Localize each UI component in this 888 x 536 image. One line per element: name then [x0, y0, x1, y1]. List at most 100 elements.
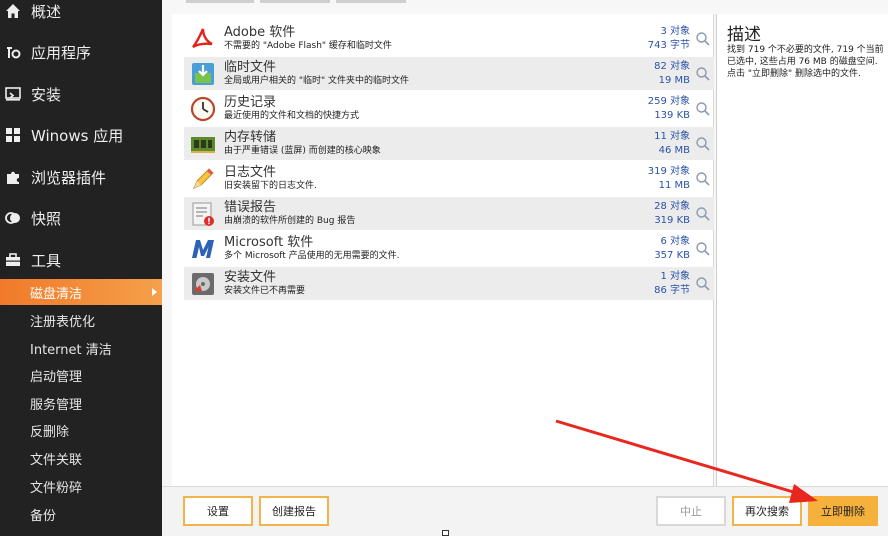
search-icon[interactable] [694, 135, 712, 153]
item-count: 11 对象 [654, 131, 690, 142]
item-title: 历史记录 [224, 95, 277, 110]
create-report-button[interactable]: 创建报告 [259, 496, 329, 526]
sidebar-item-label: 文件关联 [30, 452, 83, 468]
sidebar-item-label: 工具 [31, 251, 62, 270]
item-size: 743 字节 [647, 40, 690, 51]
toolbox-icon [4, 251, 22, 269]
snapshot-icon [4, 209, 22, 227]
sidebar-item-tools[interactable]: 工具 [0, 243, 162, 277]
item-description: 多个 Microsoft 产品使用的无用需要的文件. [224, 251, 400, 261]
search-icon[interactable] [694, 100, 712, 118]
mouse-cursor [442, 530, 449, 536]
list-item-log-files[interactable]: 日志文件 旧安装留下的日志文件. 319 对象 11 MB [184, 162, 714, 195]
home-icon [4, 2, 22, 20]
item-description: 不需要的 "Adobe Flash" 缓存和临时文件 [224, 41, 392, 51]
item-description: 由崩溃的软件所创建的 Bug 报告 [224, 216, 356, 226]
sidebar-item-disk-cleaner[interactable]: 磁盘清洁 [0, 279, 162, 305]
sidebar-item-service-manager[interactable]: 服务管理 [0, 390, 162, 416]
pencil-log-icon [188, 164, 218, 194]
list-item-memory-dump[interactable]: 内存转储 由于严重错误 (蓝屏) 而创建的核心映象 11 对象 46 MB [184, 127, 714, 160]
sidebar-item-label: 反删除 [30, 424, 70, 440]
sidebar-item-label: Winows 应用 [31, 126, 124, 145]
install-files-icon [188, 269, 218, 299]
item-title: 安装文件 [224, 270, 277, 285]
sidebar-item-install[interactable]: 安装 [0, 77, 162, 111]
sidebar-item-label: Internet 清洁 [30, 342, 112, 358]
delete-now-button[interactable]: 立即删除 [808, 496, 878, 526]
search-icon[interactable] [694, 65, 712, 83]
sidebar-item-undelete[interactable]: 反删除 [0, 417, 162, 443]
item-title: Microsoft 软件 [224, 235, 314, 250]
memory-chip-icon [188, 129, 218, 159]
list-item-history[interactable]: 历史记录 最近使用的文件和文档的快捷方式 259 对象 139 KB [184, 92, 714, 125]
microsoft-icon [188, 234, 218, 264]
item-description: 旧安装留下的日志文件. [224, 181, 317, 191]
item-count: 319 对象 [647, 166, 690, 177]
description-panel: 描述 找到 719 个不必要的文件, 719 个当前已选中, 这些占用 76 M… [716, 14, 888, 486]
stop-button[interactable]: 中止 [656, 496, 726, 526]
search-icon[interactable] [694, 30, 712, 48]
sidebar-item-internet-cleaner[interactable]: Internet 清洁 [0, 335, 162, 361]
item-size: 139 KB [654, 110, 690, 121]
sidebar-item-label: 安装 [31, 85, 62, 104]
item-description: 最近使用的文件和文档的快捷方式 [224, 111, 360, 121]
sidebar-item-label: 启动管理 [30, 369, 83, 385]
adobe-icon [188, 24, 218, 54]
clock-icon [188, 94, 218, 124]
description-title: 描述 [727, 25, 761, 45]
item-title: 内存转储 [224, 130, 277, 145]
sidebar-item-startup-manager[interactable]: 启动管理 [0, 362, 162, 388]
sidebar-item-windows-apps[interactable]: Winows 应用 [0, 118, 162, 152]
item-count: 1 对象 [660, 271, 690, 282]
item-count: 259 对象 [647, 96, 690, 107]
sidebar-item-label: 磁盘清洁 [30, 286, 83, 302]
sidebar-item-label: 浏览器插件 [31, 168, 107, 187]
search-icon[interactable] [694, 205, 712, 223]
sidebar-item-overview[interactable]: 概述 [0, 0, 162, 28]
puzzle-icon [4, 168, 22, 186]
item-size: 319 KB [654, 215, 690, 226]
sidebar-item-browser-plugins[interactable]: 浏览器插件 [0, 160, 162, 194]
sidebar-item-label: 概述 [31, 2, 62, 21]
error-report-icon [188, 199, 218, 229]
sidebar-item-registry-optimizer[interactable]: 注册表优化 [0, 307, 162, 333]
sidebar-item-label: 文件粉碎 [30, 480, 83, 496]
main-panel: Adobe 软件 不需要的 "Adobe Flash" 缓存和临时文件 3 对象… [162, 0, 888, 536]
sidebar-item-label: 快照 [31, 209, 62, 228]
item-size: 46 MB [658, 145, 690, 156]
list-item-install-files[interactable]: 安装文件 安装文件已不再需要 1 对象 86 字节 [184, 267, 714, 300]
windows-icon [4, 126, 22, 144]
sidebar: 概述 应用程序 安装 Winows 应用 浏览器插件 快照 工具 磁盘清洁 注册… [0, 0, 162, 536]
item-size: 11 MB [658, 180, 690, 191]
list-item-temp-files[interactable]: 临时文件 全局或用户相关的 "临时" 文件夹中的临时文件 82 对象 19 MB [184, 57, 714, 90]
item-size: 357 KB [654, 250, 690, 261]
search-icon[interactable] [694, 240, 712, 258]
search-icon[interactable] [694, 275, 712, 293]
bottom-toolbar: 设置 创建报告 中止 再次搜索 立即删除 [162, 486, 888, 536]
top-tab-stub[interactable] [336, 0, 406, 3]
list-item-error-reports[interactable]: 错误报告 由崩溃的软件所创建的 Bug 报告 28 对象 319 KB [184, 197, 714, 230]
sidebar-item-label: 应用程序 [31, 43, 92, 62]
search-icon[interactable] [694, 170, 712, 188]
sidebar-item-snapshots[interactable]: 快照 [0, 201, 162, 235]
sidebar-item-label: 备份 [30, 508, 57, 524]
item-description: 全局或用户相关的 "临时" 文件夹中的临时文件 [224, 76, 410, 86]
list-item-adobe[interactable]: Adobe 软件 不需要的 "Adobe Flash" 缓存和临时文件 3 对象… [184, 22, 714, 55]
item-count: 28 对象 [654, 201, 690, 212]
item-title: 临时文件 [224, 60, 277, 75]
sidebar-item-file-shredder[interactable]: 文件粉碎 [0, 473, 162, 499]
sidebar-item-file-associations[interactable]: 文件关联 [0, 445, 162, 471]
rescan-button[interactable]: 再次搜索 [732, 496, 802, 526]
list-item-microsoft[interactable]: Microsoft 软件 多个 Microsoft 产品使用的无用需要的文件. … [184, 232, 714, 265]
cleanup-list: Adobe 软件 不需要的 "Adobe Flash" 缓存和临时文件 3 对象… [172, 14, 714, 486]
top-tab-stub[interactable] [260, 0, 330, 3]
apps-icon [4, 43, 22, 61]
item-description: 由于严重错误 (蓝屏) 而创建的核心映象 [224, 146, 381, 156]
sidebar-item-label: 服务管理 [30, 397, 83, 413]
sidebar-item-backup[interactable]: 备份 [0, 501, 162, 527]
item-title: Adobe 软件 [224, 25, 296, 40]
top-tab-stub[interactable] [186, 0, 254, 3]
item-size: 86 字节 [654, 285, 690, 296]
sidebar-item-apps[interactable]: 应用程序 [0, 35, 162, 69]
settings-button[interactable]: 设置 [183, 496, 253, 526]
